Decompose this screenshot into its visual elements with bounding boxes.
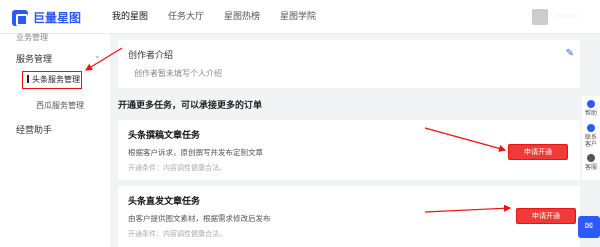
user-menu[interactable]: ········· [532, 9, 580, 25]
chevron-down-icon[interactable]: ⌄ [94, 51, 101, 60]
help-link[interactable]: 帮助 [584, 110, 598, 117]
right-float-bar: 帮助 联系客户 客服 [582, 96, 600, 180]
app-logo[interactable]: 巨量星图 [12, 9, 81, 26]
top-bar: 巨量星图 我的星图 任务大厅 星图热榜 星图学院 ········· [0, 0, 600, 34]
logo-icon [12, 9, 28, 26]
apply-button[interactable]: 申请开通 [508, 144, 568, 160]
sidebar-item-toutiao-service[interactable]: 头条服务管理 [22, 71, 82, 89]
sidebar: 业务管理 服务管理 ⌄ 头条服务管理 西瓜服务管理 经营助手 [0, 32, 110, 247]
active-indicator [27, 75, 29, 83]
edit-icon[interactable]: ✎ [566, 48, 574, 59]
service-link[interactable]: 客服 [584, 164, 598, 171]
chat-icon[interactable]: ✉ [578, 216, 600, 238]
sidebar-item-label: 头条服务管理 [32, 75, 80, 84]
sidebar-group-service[interactable]: 服务管理 [16, 52, 52, 65]
task-title: 头条撰稿文章任务 [128, 131, 201, 141]
nav-my-xingtu[interactable]: 我的星图 [112, 0, 148, 34]
task-card: 头条直发文章任务 由客户提供图文素材，根据需求修改后发布 开通条件：内容调性健康… [118, 186, 580, 247]
headset-icon[interactable] [587, 154, 595, 162]
sidebar-item-business[interactable]: 业务管理 [16, 32, 48, 43]
sidebar-item-business-assistant[interactable]: 经营助手 [16, 123, 52, 136]
section-title: 开通更多任务，可以承接更多的订单 [118, 101, 263, 111]
nav-task-hall[interactable]: 任务大厅 [168, 0, 204, 34]
app-title: 巨量星图 [33, 11, 82, 25]
task-desc: 由客户提供图文素材，根据需求修改后发布 [128, 214, 271, 223]
task-desc: 根据客户诉求，原创撰写并发布定制文章 [128, 148, 263, 157]
contact-icon[interactable] [587, 124, 595, 132]
intro-text: 创作者暂未填写个人介绍 [134, 69, 222, 78]
sidebar-item-xigua-service[interactable]: 西瓜服务管理 [36, 100, 84, 111]
main-nav: 我的星图 任务大厅 星图热榜 星图学院 [112, 0, 336, 34]
help-icon[interactable] [587, 100, 595, 108]
nav-hot-list[interactable]: 星图热榜 [224, 0, 260, 34]
apply-button[interactable]: 申请开通 [516, 208, 576, 224]
task-condition: 开通条件：内容调性健康合法。 [128, 164, 226, 172]
task-condition: 开通条件：内容调性健康合法。 [128, 230, 226, 238]
task-card: 头条撰稿文章任务 根据客户诉求，原创撰写并发布定制文章 开通条件：内容调性健康合… [118, 120, 580, 180]
username: ········· [554, 12, 580, 22]
contact-link[interactable]: 联系客户 [584, 134, 598, 148]
intro-title: 创作者介绍 [128, 51, 174, 61]
task-title: 头条直发文章任务 [128, 197, 201, 207]
creator-intro-panel: 创作者介绍 创作者暂未填写个人介绍 ✎ [118, 40, 580, 88]
avatar[interactable] [532, 9, 549, 25]
nav-academy[interactable]: 星图学院 [280, 0, 316, 34]
